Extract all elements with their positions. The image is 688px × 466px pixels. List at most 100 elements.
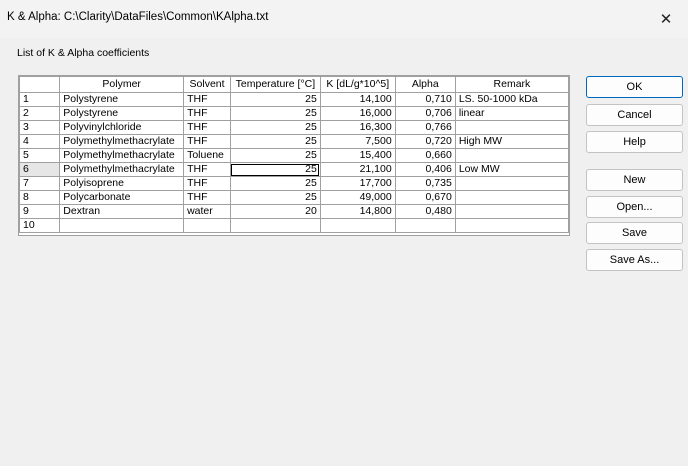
table-cell[interactable]: 0,706 — [394, 106, 456, 121]
row-number-header[interactable] — [19, 76, 61, 93]
table-cell[interactable]: 49,000 — [319, 190, 396, 205]
table-cell[interactable]: THF — [183, 106, 231, 121]
table-cell[interactable]: Toluene — [183, 148, 231, 163]
coefficients-grid[interactable]: Polymer Solvent Temperature [°C] K [dL/g*10… — [18, 75, 570, 236]
table-row[interactable]: 2 Polystyrene THF 25 16,000 0,706 linear — [19, 106, 569, 121]
table-cell[interactable]: 16,300 — [319, 120, 396, 135]
column-header[interactable]: Polymer — [59, 76, 185, 93]
table-cell[interactable]: THF — [183, 120, 231, 135]
table-cell[interactable]: THF — [183, 92, 231, 107]
column-header[interactable]: Alpha — [394, 76, 456, 93]
table-cell[interactable]: 16,000 — [319, 106, 396, 121]
table-cell[interactable]: Polymethylmethacrylate — [59, 148, 185, 163]
table-cell[interactable]: Low MW — [454, 162, 569, 177]
row-number-cell: 2 — [19, 106, 61, 121]
table-row[interactable]: 7 Polyisoprene THF 25 17,700 0,735 — [19, 176, 569, 191]
table-cell[interactable]: 15,400 — [319, 148, 396, 163]
table-cell[interactable]: THF — [183, 162, 231, 177]
table-cell[interactable]: linear — [454, 106, 569, 121]
table-row[interactable]: 9 Dextran water 20 14,800 0,480 — [19, 204, 569, 219]
table-cell[interactable]: LS. 50-1000 kDa — [454, 92, 569, 107]
table-cell[interactable]: 0,766 — [394, 120, 456, 135]
table-cell[interactable]: water — [183, 204, 231, 219]
table-cell[interactable]: 25 — [229, 148, 321, 163]
table-cell[interactable]: Polyisoprene — [59, 176, 185, 191]
row-number-cell: 7 — [19, 176, 61, 191]
table-cell[interactable]: 25 — [229, 162, 321, 177]
table-row[interactable]: 4 Polymethylmethacrylate THF 25 7,500 0,720 Hi… — [19, 134, 569, 149]
table-header-row: Polymer Solvent Temperature [°C] K [dL/g*10… — [19, 76, 569, 93]
table-cell[interactable]: Polycarbonate — [59, 190, 185, 205]
row-number-cell: 1 — [19, 92, 61, 107]
table-cell[interactable]: 25 — [229, 176, 321, 191]
table-cell[interactable]: 0,406 — [394, 162, 456, 177]
table-cell[interactable]: Polymethylmethacrylate — [59, 134, 185, 149]
row-number-cell: 3 — [19, 120, 61, 135]
close-icon[interactable]: ✕ — [644, 0, 688, 38]
row-number-cell: 10 — [19, 218, 61, 233]
row-number-cell: 6 — [19, 162, 61, 177]
table-cell[interactable]: THF — [183, 190, 231, 205]
row-number-cell: 9 — [19, 204, 61, 219]
table-cell[interactable]: 25 — [229, 92, 321, 107]
help-button[interactable]: Help — [586, 131, 683, 153]
table-row[interactable]: 5 Polymethylmethacrylate Toluene 25 15,400 0,… — [19, 148, 569, 163]
table-row[interactable]: 8 Polycarbonate THF 25 49,000 0,670 — [19, 190, 569, 205]
table-cell[interactable]: THF — [183, 176, 231, 191]
table-cell[interactable]: 0,710 — [394, 92, 456, 107]
table-cell[interactable]: 7,500 — [319, 134, 396, 149]
table-cell[interactable] — [394, 218, 456, 233]
table-row[interactable]: 3 Polyvinylchloride THF 25 16,300 0,766 — [19, 120, 569, 135]
table-cell[interactable]: 25 — [229, 120, 321, 135]
table-cell[interactable] — [183, 218, 231, 233]
table-cell[interactable]: 0,660 — [394, 148, 456, 163]
table-cell[interactable]: 14,800 — [319, 204, 396, 219]
table-cell[interactable]: THF — [183, 134, 231, 149]
table-cell[interactable] — [229, 218, 321, 233]
table-cell[interactable] — [454, 148, 569, 163]
table-cell[interactable]: 0,670 — [394, 190, 456, 205]
table-cell[interactable]: 21,100 — [319, 162, 396, 177]
table-cell[interactable]: 0,480 — [394, 204, 456, 219]
table-cell[interactable]: 0,735 — [394, 176, 456, 191]
table-cell[interactable]: 14,100 — [319, 92, 396, 107]
table-cell[interactable]: 25 — [229, 134, 321, 149]
table-cell[interactable] — [454, 120, 569, 135]
column-header[interactable]: Solvent — [183, 76, 231, 93]
row-number-cell: 4 — [19, 134, 61, 149]
table-cell[interactable]: Dextran — [59, 204, 185, 219]
table-cell[interactable]: 0,720 — [394, 134, 456, 149]
table-cell[interactable]: 17,700 — [319, 176, 396, 191]
save-button[interactable]: Save — [586, 222, 683, 244]
row-number-cell: 5 — [19, 148, 61, 163]
new-button[interactable]: New — [586, 169, 683, 191]
table-row[interactable]: 1 Polystyrene THF 25 14,100 0,710 LS. 50-1000 … — [19, 92, 569, 107]
table-cell[interactable] — [454, 204, 569, 219]
table-cell[interactable] — [454, 218, 569, 233]
title-bar: K & Alpha: C:\Clarity\DataFiles\Common\K… — [0, 0, 688, 38]
row-number-cell: 8 — [19, 190, 61, 205]
table-cell[interactable]: Polymethylmethacrylate — [59, 162, 185, 177]
ok-button[interactable]: OK — [586, 76, 683, 98]
table-cell[interactable] — [319, 218, 396, 233]
table-cell[interactable] — [454, 176, 569, 191]
open-button[interactable]: Open... — [586, 196, 683, 218]
table-cell[interactable]: Polyvinylchloride — [59, 120, 185, 135]
cancel-button[interactable]: Cancel — [586, 104, 683, 126]
table-cell[interactable] — [59, 218, 185, 233]
table-row[interactable]: 10 — [19, 218, 569, 233]
table-cell[interactable]: 25 — [229, 190, 321, 205]
table-cell[interactable]: 20 — [229, 204, 321, 219]
table-row[interactable]: 6 Polymethylmethacrylate THF 25 21,100 0,406 L… — [19, 162, 569, 177]
table-cell[interactable]: Polystyrene — [59, 106, 185, 121]
coefficients-table: Polymer Solvent Temperature [°C] K [dL/g*10… — [19, 76, 569, 233]
table-cell[interactable] — [454, 190, 569, 205]
table-cell[interactable]: High MW — [454, 134, 569, 149]
column-header[interactable]: Remark — [454, 76, 569, 93]
column-header[interactable]: Temperature [°C] — [229, 76, 321, 93]
column-header[interactable]: K [dL/g*10^5] — [319, 76, 396, 93]
table-cell[interactable]: Polystyrene — [59, 92, 185, 107]
list-label: List of K & Alpha coefficients — [17, 47, 150, 59]
table-cell[interactable]: 25 — [229, 106, 321, 121]
save-as-button[interactable]: Save As... — [586, 249, 683, 271]
